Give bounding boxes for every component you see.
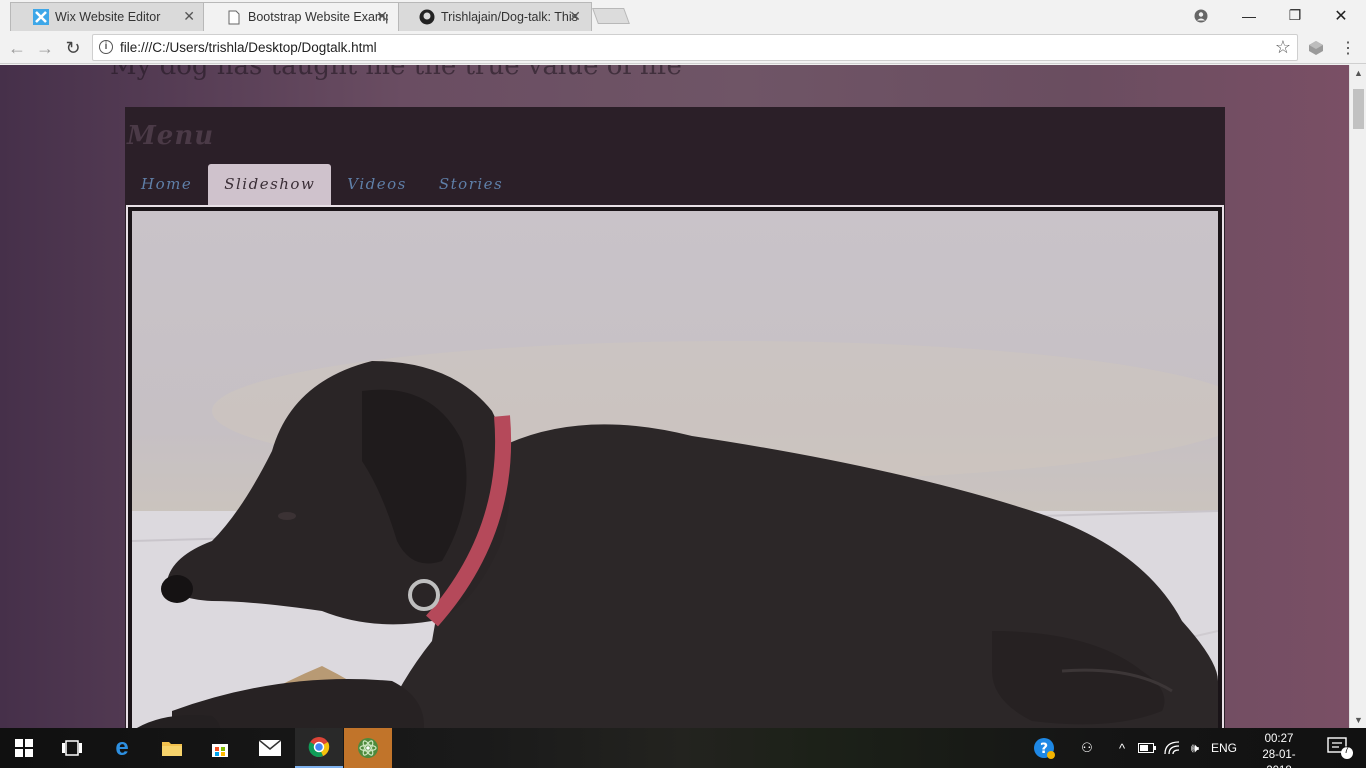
chrome-taskbar-icon[interactable] xyxy=(295,728,343,768)
tab-wix[interactable]: Wix Website Editor ✕ xyxy=(10,2,206,31)
restore-button[interactable]: ❐ xyxy=(1272,0,1318,31)
bookmark-star-icon[interactable]: ☆ xyxy=(1275,37,1291,58)
nav-slideshow[interactable]: Slideshow xyxy=(208,164,332,205)
volume-icon[interactable]: 🕪 xyxy=(1184,728,1206,768)
mail-icon[interactable] xyxy=(246,728,294,768)
svg-text:?: ? xyxy=(1040,741,1048,757)
task-view-icon[interactable] xyxy=(48,728,96,768)
notification-badge: 7 xyxy=(1344,745,1350,755)
dog-photo[interactable] xyxy=(132,211,1218,728)
people-icon[interactable]: ⚇ xyxy=(1075,728,1099,768)
info-icon[interactable]: i xyxy=(99,40,113,54)
content-panel: Menu Home Slideshow Videos Stories xyxy=(125,107,1225,728)
page-tagline: My dog has taught me the true value of l… xyxy=(110,65,682,81)
windows-start-icon[interactable] xyxy=(0,728,48,768)
scroll-thumb[interactable] xyxy=(1353,89,1364,129)
dog-illustration xyxy=(132,341,1218,728)
tab-title: Trishlajain/Dog-talk: This xyxy=(441,10,578,24)
show-hidden-icons-chevron[interactable]: ^ xyxy=(1112,728,1132,768)
extension-icon[interactable] xyxy=(1305,37,1327,59)
page-viewport: My dog has taught me the true value of l… xyxy=(0,65,1349,728)
nav-tabs: Home Slideshow Videos Stories xyxy=(125,164,519,205)
url-text: file:///C:/Users/trishla/Desktop/Dogtalk… xyxy=(120,40,377,55)
edge-browser-icon[interactable]: e xyxy=(98,728,146,768)
page-favicon-icon xyxy=(226,9,242,25)
clock[interactable]: 00:27 28-01-2018 xyxy=(1250,731,1308,768)
tab-bootstrap[interactable]: Bootstrap Website Examp ✕ xyxy=(203,2,399,31)
page-scrollbar[interactable]: ▲ ▼ xyxy=(1349,65,1366,728)
forward-arrow-icon[interactable]: → xyxy=(34,37,56,59)
close-tab-icon[interactable]: ✕ xyxy=(569,8,581,25)
new-tab-button[interactable] xyxy=(592,8,630,24)
scroll-up-icon[interactable]: ▲ xyxy=(1354,68,1363,78)
chrome-menu-icon[interactable]: ⋮ xyxy=(1337,37,1359,59)
reload-icon[interactable]: ↻ xyxy=(62,37,84,59)
close-tab-icon[interactable]: ✕ xyxy=(376,8,388,25)
menu-heading: Menu xyxy=(127,121,215,151)
github-icon xyxy=(419,9,435,25)
address-bar[interactable]: i file:///C:/Users/trishla/Desktop/Dogta… xyxy=(92,34,1298,61)
close-window-button[interactable]: ✕ xyxy=(1318,0,1364,31)
action-center-icon[interactable]: 7 xyxy=(1320,728,1360,768)
clock-time: 00:27 xyxy=(1264,733,1294,745)
help-icon[interactable]: ? xyxy=(1030,728,1058,768)
scroll-down-icon[interactable]: ▼ xyxy=(1354,715,1363,725)
atom-editor-icon[interactable] xyxy=(344,728,392,768)
tab-github[interactable]: Trishlajain/Dog-talk: This ✕ xyxy=(396,2,592,31)
minimize-button[interactable]: — xyxy=(1226,0,1272,31)
back-arrow-icon[interactable]: ← xyxy=(6,37,28,59)
wifi-icon[interactable] xyxy=(1160,728,1184,768)
clock-date: 28-01-2018 xyxy=(1262,749,1296,768)
profile-icon[interactable] xyxy=(1178,0,1224,31)
tab-title: Bootstrap Website Examp xyxy=(248,10,388,24)
nav-videos[interactable]: Videos xyxy=(331,164,423,205)
wix-favicon-icon xyxy=(33,9,49,25)
battery-icon[interactable] xyxy=(1136,728,1158,768)
browser-toolbar: ← → ↻ i file:///C:/Users/trishla/Desktop… xyxy=(0,31,1366,64)
tab-title: Wix Website Editor xyxy=(55,10,161,24)
windows-taskbar: e ? ⚇ ^ 🕪 ENG 00:27 28-01-2018 7 xyxy=(0,728,1366,768)
language-indicator[interactable]: ENG xyxy=(1208,728,1240,768)
file-explorer-icon[interactable] xyxy=(148,728,196,768)
store-icon[interactable] xyxy=(196,728,244,768)
tab-strip: Wix Website Editor ✕ Bootstrap Website E… xyxy=(0,0,1366,31)
close-tab-icon[interactable]: ✕ xyxy=(183,8,195,25)
nav-stories[interactable]: Stories xyxy=(423,164,519,205)
slideshow-frame xyxy=(126,205,1224,728)
nav-home[interactable]: Home xyxy=(125,164,208,205)
